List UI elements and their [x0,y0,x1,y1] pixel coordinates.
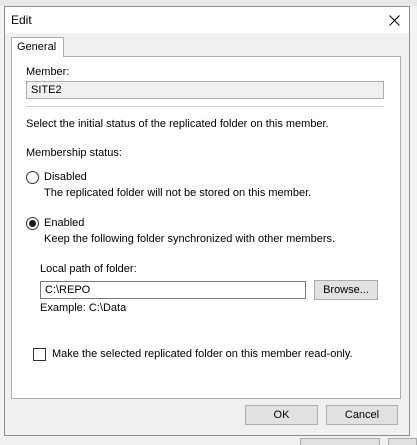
background-button [300,438,380,445]
readonly-checkbox-label[interactable]: Make the selected replicated folder on t… [52,348,353,360]
close-icon [388,14,400,26]
dialog-title: Edit [11,13,32,27]
close-button[interactable] [383,9,405,31]
path-example-text: Example: C:\Data [40,302,127,314]
disabled-radio[interactable] [26,171,39,184]
general-panel: Member: SITE2 Select the initial status … [11,56,401,399]
enabled-radio-label[interactable]: Enabled [44,217,84,229]
separator [26,106,384,107]
member-label: Member: [26,66,70,78]
browse-button-label: Browse... [323,284,369,296]
background-button [388,438,417,445]
edit-dialog: Edit General Member: SITE2 Select the in… [4,6,410,436]
enabled-radio[interactable] [26,217,39,230]
tab-general-label: General [17,41,57,53]
disabled-radio-label[interactable]: Disabled [44,171,87,183]
readonly-checkbox[interactable] [33,348,46,361]
cancel-button[interactable]: Cancel [326,405,398,425]
radio-dot-icon [29,220,36,227]
member-value-field: SITE2 [26,81,384,99]
background-window-edge-right [410,6,417,436]
cancel-button-label: Cancel [344,409,380,421]
disabled-description: The replicated folder will not be stored… [44,187,312,199]
tab-general[interactable]: General [11,37,64,57]
enabled-description: Keep the following folder synchronized w… [44,233,336,245]
member-value: SITE2 [31,84,62,96]
ok-button[interactable]: OK [245,405,318,425]
browse-button[interactable]: Browse... [314,280,378,300]
membership-status-label: Membership status: [26,147,122,159]
title-bar: Edit [5,7,409,33]
local-path-label: Local path of folder: [40,263,137,275]
local-path-input[interactable] [40,281,306,299]
ok-button-label: OK [273,409,290,421]
instruction-text: Select the initial status of the replica… [26,118,329,130]
